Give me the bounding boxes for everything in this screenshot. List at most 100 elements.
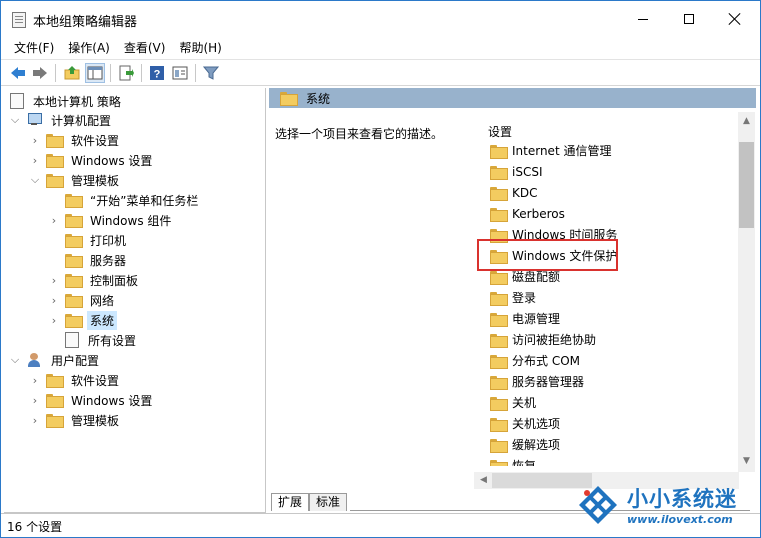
list-item-label: 登录: [512, 291, 537, 305]
folder-icon: [46, 394, 64, 408]
tree-label: 软件设置: [71, 373, 120, 388]
tree-item-uc-software[interactable]: › 软件设置: [28, 370, 122, 390]
folder-icon: [490, 417, 508, 432]
scroll-down-arrow-icon[interactable]: ▼: [741, 456, 752, 467]
export-list-button[interactable]: [116, 63, 136, 83]
tree-item-control-panel[interactable]: › 控制面板: [47, 270, 141, 290]
list-item[interactable]: Kerberos: [486, 203, 565, 224]
tree-item-cc-windows[interactable]: › Windows 设置: [28, 150, 155, 170]
tree-item-uc-windows[interactable]: › Windows 设置: [28, 390, 155, 410]
tree-label: “开始”菜单和任务栏: [90, 193, 199, 208]
back-button[interactable]: [8, 63, 28, 83]
tree-item-all-settings[interactable]: 所有设置: [47, 330, 139, 350]
list-item[interactable]: iSCSI: [486, 161, 543, 182]
list-item-label: 缓解选项: [512, 438, 561, 452]
tree-item-start-menu[interactable]: “开始”菜单和任务栏: [47, 190, 201, 210]
minimize-button[interactable]: [620, 1, 666, 37]
tree-label: 所有设置: [88, 333, 137, 348]
tree-item-system[interactable]: › 系统: [47, 310, 118, 330]
chevron-right-icon[interactable]: ›: [47, 313, 61, 327]
chevron-right-icon[interactable]: ›: [28, 413, 42, 427]
tab-standard[interactable]: 标准: [309, 493, 348, 511]
menu-view[interactable]: 查看(V): [117, 38, 173, 58]
folder-icon: [490, 333, 508, 348]
tree-item-user-config[interactable]: ⌵ 用户配置: [8, 350, 102, 370]
back-arrow-icon: [11, 67, 25, 79]
chevron-right-icon[interactable]: ›: [28, 153, 42, 167]
close-button[interactable]: [712, 1, 758, 37]
policy-document-icon: [10, 93, 24, 109]
list-item[interactable]: KDC: [486, 182, 538, 203]
chevron-down-icon[interactable]: ⌵: [8, 113, 22, 127]
menu-file[interactable]: 文件(F): [7, 38, 61, 58]
tree-item-computer-config[interactable]: ⌵ 计算机配置: [8, 110, 114, 130]
folder-icon: [46, 134, 64, 148]
list-item[interactable]: 登录: [486, 287, 536, 308]
list-item-label: Kerberos: [512, 206, 565, 221]
scroll-up-arrow-icon[interactable]: ▲: [741, 116, 752, 127]
tree-label: Windows 设置: [71, 393, 153, 408]
vertical-scrollbar[interactable]: ▲ ▼: [738, 112, 755, 472]
filter-icon: [203, 66, 219, 80]
forward-button[interactable]: [30, 63, 50, 83]
tree-item-server[interactable]: 服务器: [47, 250, 129, 270]
title-bar: 本地组策略编辑器: [1, 1, 760, 37]
computer-icon: [26, 113, 42, 127]
watermark-url: www.ilovext.com: [627, 513, 733, 526]
window-title: 本地组策略编辑器: [33, 15, 138, 30]
list-item[interactable]: Internet 通信管理: [486, 140, 611, 161]
vertical-scroll-thumb[interactable]: [739, 142, 754, 228]
list-item[interactable]: 电源管理: [486, 308, 560, 329]
maximize-button[interactable]: [666, 1, 712, 37]
chevron-right-icon[interactable]: ›: [47, 213, 61, 227]
folder-icon: [46, 374, 64, 388]
tree-item-network[interactable]: › 网络: [47, 290, 117, 310]
minimize-icon: [638, 18, 648, 20]
list-item[interactable]: 关机: [486, 392, 536, 413]
site-watermark: 小小系统迷 www.ilovext.com: [577, 481, 757, 535]
tree-item-windows-components[interactable]: › Windows 组件: [47, 210, 174, 230]
help-button[interactable]: ?: [147, 63, 167, 83]
toolbar-separator: [141, 64, 142, 82]
list-item[interactable]: 分布式 COM: [486, 350, 580, 371]
app-window: 本地组策略编辑器 文件(F) 操作(A) 查看(V) 帮助(H) ? 本地计算机…: [0, 0, 761, 538]
list-item[interactable]: 访问被拒绝协助: [486, 329, 596, 350]
folder-icon: [490, 291, 508, 306]
help-icon: ?: [150, 66, 164, 81]
menu-help[interactable]: 帮助(H): [172, 38, 228, 58]
details-header: 系统: [269, 88, 756, 108]
scroll-left-arrow-icon[interactable]: ◀: [478, 475, 489, 486]
list-item[interactable]: 恢复: [486, 455, 536, 466]
properties-pane-button[interactable]: [170, 63, 190, 83]
chevron-right-icon[interactable]: ›: [47, 293, 61, 307]
list-item[interactable]: 服务器管理器: [486, 371, 584, 392]
tree-item-uc-admin[interactable]: › 管理模板: [28, 410, 122, 430]
chevron-right-icon[interactable]: ›: [28, 133, 42, 147]
chevron-right-icon[interactable]: ›: [28, 393, 42, 407]
up-button[interactable]: [62, 63, 82, 83]
chevron-right-icon[interactable]: ›: [47, 273, 61, 287]
show-hide-tree-icon: [87, 66, 103, 80]
chevron-down-icon[interactable]: ⌵: [8, 353, 22, 367]
tree-label: 用户配置: [51, 353, 100, 368]
filter-button[interactable]: [201, 63, 221, 83]
folder-icon: [490, 396, 508, 411]
tree-label: Windows 设置: [71, 153, 153, 168]
folder-icon: [490, 459, 508, 466]
tree-root[interactable]: 本地计算机 策略: [8, 91, 124, 111]
list-item[interactable]: 关机选项: [486, 413, 560, 434]
folder-icon: [490, 270, 508, 285]
tree-item-cc-software[interactable]: › 软件设置: [28, 130, 122, 150]
tree-item-cc-admin[interactable]: ⌵ 管理模板: [28, 170, 122, 190]
tree-label: 管理模板: [71, 413, 120, 428]
tree-item-printers[interactable]: 打印机: [47, 230, 129, 250]
forward-arrow-icon: [33, 67, 47, 79]
menu-action[interactable]: 操作(A): [61, 38, 117, 58]
chevron-down-icon[interactable]: ⌵: [28, 173, 42, 187]
chevron-right-icon[interactable]: ›: [28, 373, 42, 387]
tab-extended[interactable]: 扩展: [271, 493, 310, 511]
show-hide-tree-button[interactable]: [85, 63, 105, 83]
list-item[interactable]: 缓解选项: [486, 434, 560, 455]
